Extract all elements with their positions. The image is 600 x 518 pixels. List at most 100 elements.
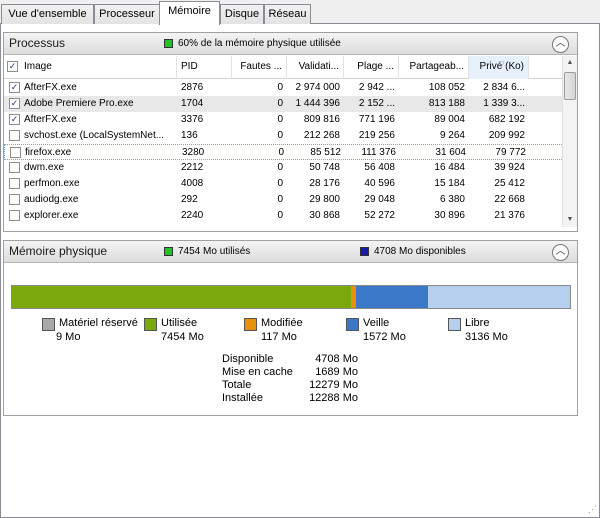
scroll-up-icon[interactable]: ▲ bbox=[563, 56, 577, 70]
collapse-memory-button[interactable]: ︿ bbox=[552, 244, 569, 261]
scroll-down-icon[interactable]: ▼ bbox=[563, 213, 577, 227]
process-faults: 0 bbox=[277, 98, 283, 109]
tab-overview[interactable]: Vue d'ensemble bbox=[1, 4, 94, 24]
process-checkbox[interactable]: ✓ bbox=[9, 98, 20, 109]
process-private: 2 834 6... bbox=[483, 82, 525, 93]
process-commit: 29 800 bbox=[309, 194, 340, 205]
memory-legend-value: 7454 Mo bbox=[161, 331, 204, 343]
process-row[interactable]: ✓ AfterFX.exe 3376 0 809 816 771 196 89 004 682… bbox=[4, 112, 564, 128]
process-shareable: 108 052 bbox=[428, 82, 465, 93]
process-row[interactable]: svchost.exe (LocalSystemNet... 136 0 212 26… bbox=[4, 128, 564, 144]
process-private: 21 376 bbox=[494, 210, 525, 221]
process-row[interactable]: firefox.exe 3280 0 85 512 111 376 31 604 79 77… bbox=[4, 144, 564, 160]
column-pid[interactable]: PID bbox=[177, 56, 232, 79]
tab-bar: Vue d'ensemble Processeur Mémoire Disque… bbox=[0, 0, 600, 25]
memory-legend-value: 3136 Mo bbox=[465, 331, 508, 343]
process-checkbox[interactable] bbox=[9, 162, 20, 173]
process-pid: 3344 bbox=[177, 224, 232, 226]
used-text: 7454 Mo utilisés bbox=[178, 246, 251, 257]
process-private: 79 772 bbox=[495, 147, 526, 158]
process-faults: 0 bbox=[277, 130, 283, 141]
column-commit[interactable]: Validati... bbox=[287, 56, 344, 79]
column-shareable[interactable]: Partageab... bbox=[399, 56, 469, 79]
process-private: 25 412 bbox=[494, 178, 525, 189]
process-image: perfmon.exe bbox=[24, 178, 80, 189]
column-faults[interactable]: Fautes ... bbox=[232, 56, 287, 79]
process-table-header: ✓ Image PID Fautes ... Validati... Plage… bbox=[4, 56, 564, 79]
memory-legend-value: 117 Mo bbox=[261, 331, 297, 343]
process-working: 771 196 bbox=[358, 114, 395, 125]
process-table-scrollbar[interactable]: ▲ ▼ bbox=[562, 56, 577, 227]
resize-grip[interactable]: ⋰ bbox=[588, 504, 597, 515]
processes-header[interactable]: Processus 60% de la mémoire physique uti… bbox=[4, 33, 577, 55]
memory-legend-swatch bbox=[448, 318, 461, 331]
available-text: 4708 Mo disponibles bbox=[374, 246, 466, 257]
process-shareable: 15 184 bbox=[434, 178, 465, 189]
process-working: 40 596 bbox=[364, 178, 395, 189]
process-image: explorer.exe bbox=[24, 210, 79, 221]
process-faults: 0 bbox=[277, 82, 283, 93]
process-table-body: ✓ AfterFX.exe 2876 0 2 974 000 2 942 ... 108 0… bbox=[4, 80, 564, 226]
process-row[interactable]: ✓ AfterFX.exe 2876 0 2 974 000 2 942 ... 108 0… bbox=[4, 80, 564, 96]
memory-usage-bar bbox=[11, 285, 571, 309]
process-shareable: 813 188 bbox=[428, 98, 465, 109]
process-checkbox[interactable] bbox=[9, 178, 20, 189]
process-shareable: 9 264 bbox=[439, 130, 465, 141]
process-image: Adobe Premiere Pro.exe bbox=[24, 98, 134, 109]
process-commit: 212 268 bbox=[303, 130, 340, 141]
process-private: 209 992 bbox=[488, 130, 525, 141]
physical-memory-title: Mémoire physique bbox=[9, 244, 108, 258]
memory-legend-label: Modifiée bbox=[261, 317, 303, 329]
process-private: 22 668 bbox=[494, 194, 525, 205]
process-checkbox[interactable] bbox=[10, 147, 21, 158]
process-row[interactable]: explorer.exe 2240 0 30 868 52 272 30 896 21 37… bbox=[4, 208, 564, 224]
memory-stat-label: Disponible bbox=[222, 353, 274, 365]
process-image: AfterFX.exe bbox=[24, 114, 77, 125]
process-faults: 0 bbox=[277, 210, 283, 221]
process-row[interactable]: dwm.exe 2212 0 50 748 56 408 16 484 39 924 bbox=[4, 160, 564, 176]
process-image: firefox.exe bbox=[25, 147, 72, 158]
process-checkbox[interactable] bbox=[9, 194, 20, 205]
memory-bar-segment bbox=[356, 286, 428, 308]
physical-memory-section: Mémoire physique 7454 Mo utilisés 4708 M… bbox=[3, 240, 578, 416]
memory-legend-label: Utilisée bbox=[161, 317, 198, 329]
process-row[interactable]: Adobe QT32 Server.exe3344071 21637 78816… bbox=[4, 224, 564, 226]
process-private: 682 192 bbox=[488, 114, 525, 125]
memory-bar-segment bbox=[427, 286, 570, 308]
process-row[interactable]: audiodg.exe 292 0 29 800 29 048 6 380 22 668 bbox=[4, 192, 564, 208]
process-shareable: 16 484 bbox=[434, 162, 465, 173]
process-row[interactable]: ✓ Adobe Premiere Pro.exe 1704 0 1 444 396 2 1… bbox=[4, 96, 564, 112]
memory-legend-label: Matériel réservé bbox=[59, 317, 138, 329]
process-checkbox[interactable]: ✓ bbox=[9, 114, 20, 125]
tab-cpu[interactable]: Processeur bbox=[94, 4, 160, 24]
process-working: 111 376 bbox=[361, 147, 396, 158]
memory-legend-swatch bbox=[144, 318, 157, 331]
physical-memory-header[interactable]: Mémoire physique 7454 Mo utilisés 4708 M… bbox=[4, 241, 577, 263]
column-image[interactable]: ✓ Image bbox=[4, 56, 177, 79]
process-commit: 85 512 bbox=[310, 147, 341, 158]
column-working-set[interactable]: Plage ... bbox=[344, 56, 399, 79]
process-row[interactable]: perfmon.exe 4008 0 28 176 40 596 15 184 25 412 bbox=[4, 176, 564, 192]
tab-network[interactable]: Réseau bbox=[264, 4, 311, 24]
process-working: 52 272 bbox=[364, 210, 395, 221]
tab-memory[interactable]: Mémoire bbox=[159, 1, 220, 25]
process-working: 56 408 bbox=[364, 162, 395, 173]
collapse-processes-button[interactable]: ︿ bbox=[552, 36, 569, 53]
process-checkbox[interactable] bbox=[9, 130, 20, 141]
scrollbar-thumb[interactable] bbox=[564, 72, 576, 100]
process-checkbox[interactable] bbox=[9, 210, 20, 221]
process-commit: 1 444 396 bbox=[295, 98, 341, 109]
select-all-checkbox[interactable]: ✓ bbox=[7, 61, 18, 72]
process-shareable: 16 289 bbox=[399, 224, 469, 226]
memory-legend-swatch bbox=[42, 318, 55, 331]
process-pid: 3376 bbox=[181, 114, 204, 125]
column-private[interactable]: ▽ Privé (Ko) bbox=[469, 56, 529, 79]
memory-stat-value: 4708 Mo bbox=[315, 353, 358, 365]
memory-stat-value: 1689 Mo bbox=[315, 366, 358, 378]
process-pid: 136 bbox=[181, 130, 198, 141]
processes-title: Processus bbox=[9, 36, 66, 50]
process-pid: 1704 bbox=[181, 98, 204, 109]
process-checkbox[interactable]: ✓ bbox=[9, 82, 20, 93]
tab-disk[interactable]: Disque bbox=[220, 4, 264, 24]
process-working: 2 942 ... bbox=[358, 82, 395, 93]
